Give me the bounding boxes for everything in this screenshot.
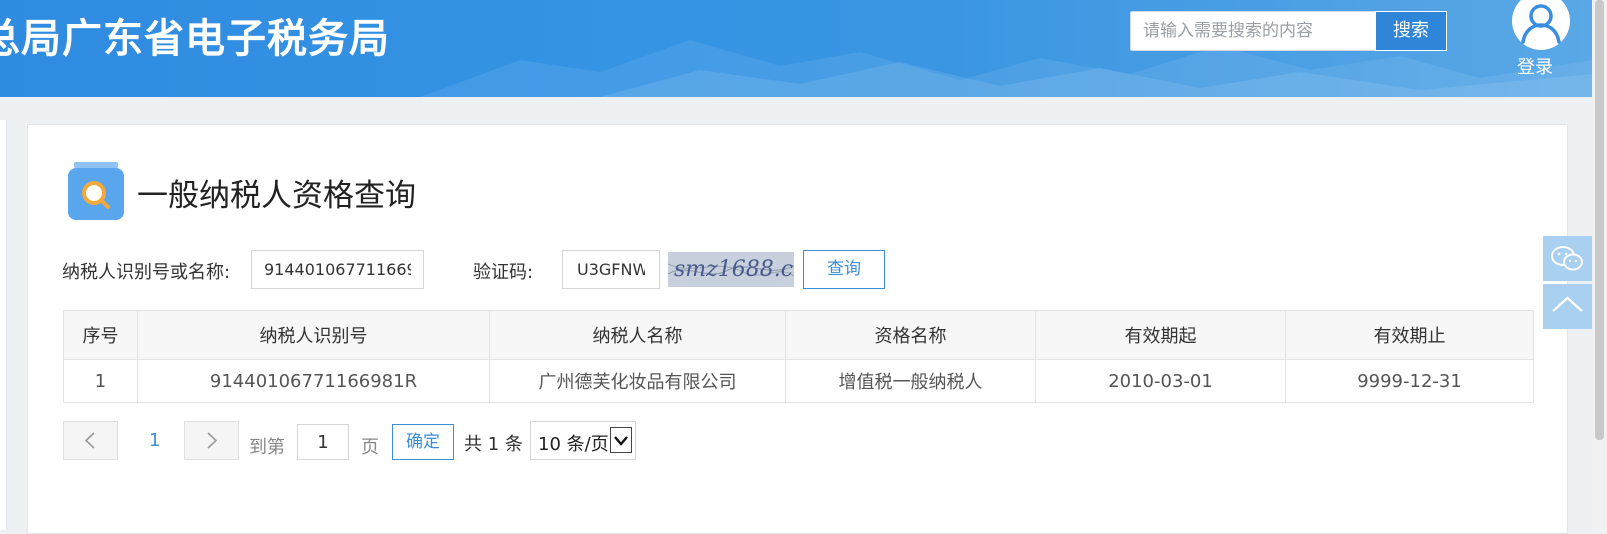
taxid-label: 纳税人识别号或名称: [62, 262, 231, 283]
back-to-top-button[interactable] [1543, 284, 1592, 329]
total-count-label: 共 1 条 [464, 434, 523, 455]
query-button[interactable]: 查询 [803, 250, 885, 289]
table-header-row: 序号 纳税人识别号 纳税人名称 资格名称 有效期起 有效期止 [63, 310, 1534, 360]
column-header-index: 序号 [63, 310, 138, 360]
search-button[interactable]: 搜索 [1375, 11, 1447, 51]
page-suffix-label: 页 [361, 437, 379, 458]
cell-valid-from: 2010-03-01 [1035, 359, 1286, 403]
captcha-input[interactable] [562, 250, 660, 289]
results-table: 序号 纳税人识别号 纳税人名称 资格名称 有效期起 有效期止 1 9144010… [63, 310, 1534, 403]
scrollbar-thumb[interactable] [1595, 0, 1604, 440]
search-box: 搜索 [1130, 11, 1447, 51]
cell-name: 广州德芙化妆品有限公司 [489, 359, 786, 403]
cell-qualification: 增值税一般纳税人 [785, 359, 1036, 403]
cell-valid-to: 9999-12-31 [1285, 359, 1534, 403]
column-header-valid-from: 有效期起 [1035, 310, 1286, 360]
taxid-input[interactable] [251, 250, 424, 289]
site-header: 总局广东省电子税务局 搜索 登录 [0, 0, 1592, 97]
user-avatar-icon[interactable] [1512, 0, 1570, 50]
page-title: 一般纳税人资格查询 [137, 178, 416, 214]
goto-page-label: 到第 [249, 437, 285, 458]
chevron-down-icon[interactable] [610, 427, 632, 453]
captcha-label: 验证码: [473, 262, 534, 283]
cell-index: 1 [63, 359, 138, 403]
chevron-right-icon [207, 432, 218, 449]
captcha-image[interactable]: smz1688.com [667, 252, 827, 287]
wechat-icon [1551, 246, 1583, 271]
column-header-name: 纳税人名称 [489, 310, 786, 360]
goto-confirm-button[interactable]: 确定 [392, 424, 454, 460]
page-size-value: 10 条/页 [538, 434, 609, 455]
captcha-image-text: smz1688.com [674, 257, 794, 282]
query-page-icon [68, 162, 124, 224]
column-header-qualification: 资格名称 [785, 310, 1036, 360]
left-panel-edge [0, 120, 7, 530]
goto-page-input[interactable] [297, 424, 349, 460]
table-row: 1 91440106771166981R 广州德芙化妆品有限公司 增值税一般纳税… [63, 359, 1534, 403]
page-size-select[interactable]: 10 条/页 [530, 421, 636, 460]
next-page-button[interactable] [184, 421, 239, 460]
login-link[interactable]: 登录 [1517, 53, 1553, 79]
back-to-top-icon [1552, 296, 1583, 312]
current-page-number[interactable]: 1 [149, 430, 160, 451]
cell-taxid: 91440106771166981R [137, 359, 490, 403]
search-input[interactable] [1131, 12, 1371, 50]
chevron-left-icon [84, 432, 95, 449]
column-header-valid-to: 有效期止 [1285, 310, 1534, 360]
site-title: 总局广东省电子税务局 [0, 16, 390, 62]
column-header-taxid: 纳税人识别号 [137, 310, 490, 360]
page-scrollbar[interactable] [1592, 0, 1607, 530]
wechat-float-button[interactable] [1543, 236, 1592, 281]
prev-page-button[interactable] [63, 421, 118, 460]
